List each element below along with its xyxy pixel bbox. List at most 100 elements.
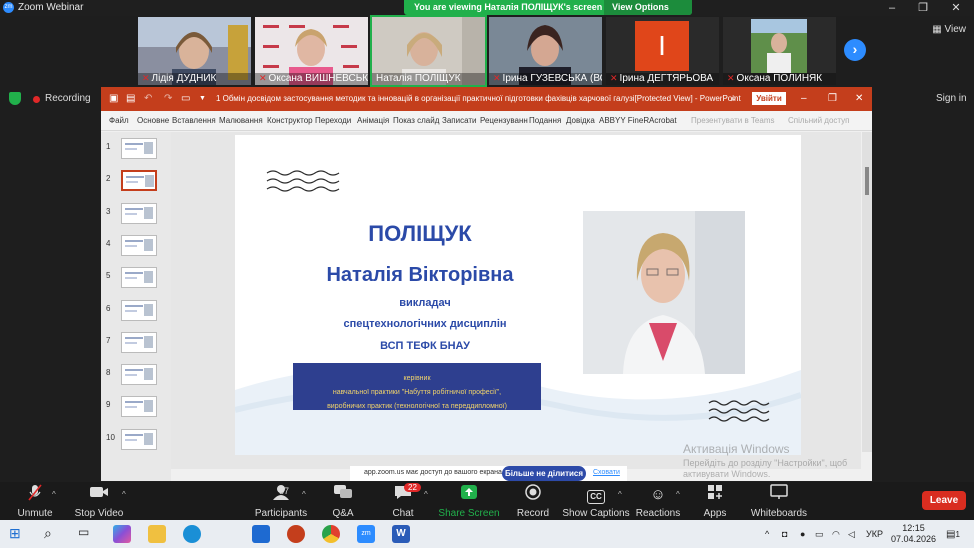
- close-icon[interactable]: ✕: [855, 93, 863, 104]
- restore-icon[interactable]: ❐: [908, 0, 938, 16]
- clock[interactable]: 12:15 07.04.2026: [891, 523, 936, 545]
- view-button[interactable]: ▦ View: [932, 24, 966, 35]
- tab-help[interactable]: Довідка: [566, 116, 595, 125]
- edge-browser-icon[interactable]: [183, 525, 201, 543]
- record-button[interactable]: Record: [498, 484, 568, 519]
- tab-slideshow[interactable]: Показ слайд: [393, 116, 439, 125]
- participant-tile-active[interactable]: Наталія ПОЛІЩУК: [370, 15, 487, 87]
- tab-home[interactable]: Основне: [137, 116, 169, 125]
- wifi-icon[interactable]: ◠: [832, 529, 840, 540]
- tab-design[interactable]: Конструктор: [267, 116, 313, 125]
- battery-icon[interactable]: ▭: [815, 529, 824, 540]
- tab-draw[interactable]: Малювання: [219, 116, 263, 125]
- tab-animations[interactable]: Анімація: [357, 116, 389, 125]
- chrome-icon[interactable]: [322, 525, 340, 543]
- copilot-icon[interactable]: [113, 525, 131, 543]
- hide-link[interactable]: Сховати: [593, 469, 620, 476]
- tab-review[interactable]: Рецензуванн: [480, 116, 528, 125]
- slide-thumbnail[interactable]: [121, 331, 157, 353]
- slide-thumbnail[interactable]: [121, 170, 157, 192]
- scrollbar-thumb[interactable]: [865, 167, 869, 195]
- slide-thumbnail[interactable]: [121, 396, 157, 418]
- slide-thumbnail[interactable]: [121, 299, 157, 321]
- participant-tile[interactable]: ✕Ірина ГУЗЕВСЬКА (ВС...: [489, 17, 602, 85]
- participant-tile[interactable]: ✕ Оксана ПОЛИНЯК: [723, 17, 836, 85]
- close-icon[interactable]: ✕: [941, 0, 971, 16]
- next-page-arrow-icon[interactable]: ›: [844, 39, 866, 61]
- record-icon: [498, 484, 568, 506]
- slide-discipline: спецтехнологічних дисциплін: [343, 318, 507, 330]
- apps-button[interactable]: Apps: [680, 484, 750, 519]
- tab-insert[interactable]: Вставлення: [172, 116, 216, 125]
- tab-view[interactable]: Подання: [529, 116, 561, 125]
- leave-button[interactable]: Leave: [922, 491, 966, 510]
- whiteboards-button[interactable]: Whiteboards: [744, 484, 814, 519]
- current-slide: ПОЛІЩУК Наталія Вікторівна викладач спец…: [235, 135, 801, 455]
- slide-fullname: Наталія Вікторівна: [326, 264, 514, 286]
- mic-muted-icon: ✕: [259, 73, 267, 83]
- slide-thumbnail-number: 2: [106, 174, 111, 184]
- task-view-icon[interactable]: ▭: [78, 525, 96, 543]
- tray-app-icon[interactable]: ◘: [782, 529, 787, 539]
- clock-date: 07.04.2026: [891, 534, 937, 544]
- audio-options-caret[interactable]: ^: [52, 490, 56, 499]
- chat-options-caret[interactable]: ^: [424, 490, 428, 499]
- view-options-label: View Options: [612, 2, 669, 12]
- language-indicator[interactable]: УКР: [866, 529, 883, 539]
- participant-tile[interactable]: ✕ Оксана ВИШНЕВСЬКА: [255, 17, 368, 85]
- participant-tile[interactable]: ✕ Лідія ДУДНИК: [138, 17, 251, 85]
- view-options-button[interactable]: View Options ⌄: [604, 0, 692, 22]
- slide-thumbnail[interactable]: [121, 364, 157, 386]
- participant-tile[interactable]: I ✕ Ірина ДЕГТЯРЬОВА: [606, 17, 719, 85]
- grid-icon: ▦: [932, 24, 942, 35]
- save-icon[interactable]: ▤: [126, 93, 135, 104]
- slideshow-icon[interactable]: ▭: [181, 93, 190, 104]
- video-options-caret[interactable]: ^: [122, 490, 126, 499]
- windows-start-icon[interactable]: ⊞: [9, 525, 27, 543]
- slide-thumbnail-number: 5: [106, 271, 111, 281]
- slide-thumbnail[interactable]: [121, 138, 157, 159]
- recording-dot-icon: [33, 96, 40, 103]
- slide-thumbnail[interactable]: [121, 234, 157, 256]
- redo-icon[interactable]: ↷: [164, 93, 172, 104]
- slide-thumbnail[interactable]: [121, 428, 157, 450]
- zoom-icon[interactable]: zm: [357, 525, 375, 543]
- chat-unread-badge: 22: [404, 483, 421, 492]
- participants-options-caret[interactable]: ^: [302, 490, 306, 499]
- notifications-icon[interactable]: ▤1: [946, 529, 960, 540]
- slide-thumbnail[interactable]: [121, 202, 157, 224]
- tab-abbyy[interactable]: ABBYY FineR: [599, 116, 649, 125]
- microphone-icon[interactable]: ●: [800, 529, 805, 539]
- file-explorer-icon[interactable]: [148, 525, 166, 543]
- tray-chevron-icon[interactable]: ^: [765, 529, 769, 539]
- minimize-icon[interactable]: –: [801, 93, 807, 104]
- customize-toolbar-icon[interactable]: ▼: [199, 95, 206, 102]
- tab-acrobat[interactable]: Acrobat: [649, 116, 677, 125]
- unmute-button[interactable]: Unmute: [0, 484, 70, 519]
- word-icon[interactable]: W: [392, 525, 410, 543]
- restore-icon[interactable]: ❐: [828, 93, 837, 104]
- stop-sharing-button[interactable]: Більше не ділитися: [502, 466, 586, 481]
- present-in-teams-button[interactable]: Презентувати в Teams: [691, 116, 775, 125]
- outlook-icon[interactable]: [252, 525, 270, 543]
- security-shield-icon[interactable]: [9, 92, 21, 105]
- volume-icon[interactable]: ◁: [848, 529, 855, 540]
- mic-muted-icon: ✕: [142, 73, 150, 83]
- tab-transitions[interactable]: Переходи: [315, 116, 351, 125]
- vertical-scrollbar[interactable]: [862, 132, 872, 452]
- slide-thumbnail[interactable]: [121, 267, 157, 289]
- sign-in-link[interactable]: Sign in: [936, 93, 967, 104]
- captions-options-caret[interactable]: ^: [618, 490, 622, 499]
- participant-strip: ✕ Лідія ДУДНИК ✕ Оксана ВИШНЕВСЬКА Натал…: [138, 15, 838, 87]
- share-screen-button[interactable]: Share Screen: [434, 484, 504, 519]
- participant-avatar: I: [635, 21, 689, 71]
- tab-record[interactable]: Записати: [442, 116, 477, 125]
- tab-file[interactable]: Файл: [109, 116, 129, 125]
- undo-icon[interactable]: ↶: [144, 93, 152, 104]
- search-icon[interactable]: ⌕: [731, 93, 737, 104]
- search-icon[interactable]: ⌕: [44, 525, 62, 543]
- powerpoint-icon[interactable]: [287, 525, 305, 543]
- minimize-icon[interactable]: –: [877, 0, 907, 16]
- ppt-sign-in-button[interactable]: Увійти: [752, 92, 786, 105]
- share-button[interactable]: Спільний доступ: [788, 116, 850, 125]
